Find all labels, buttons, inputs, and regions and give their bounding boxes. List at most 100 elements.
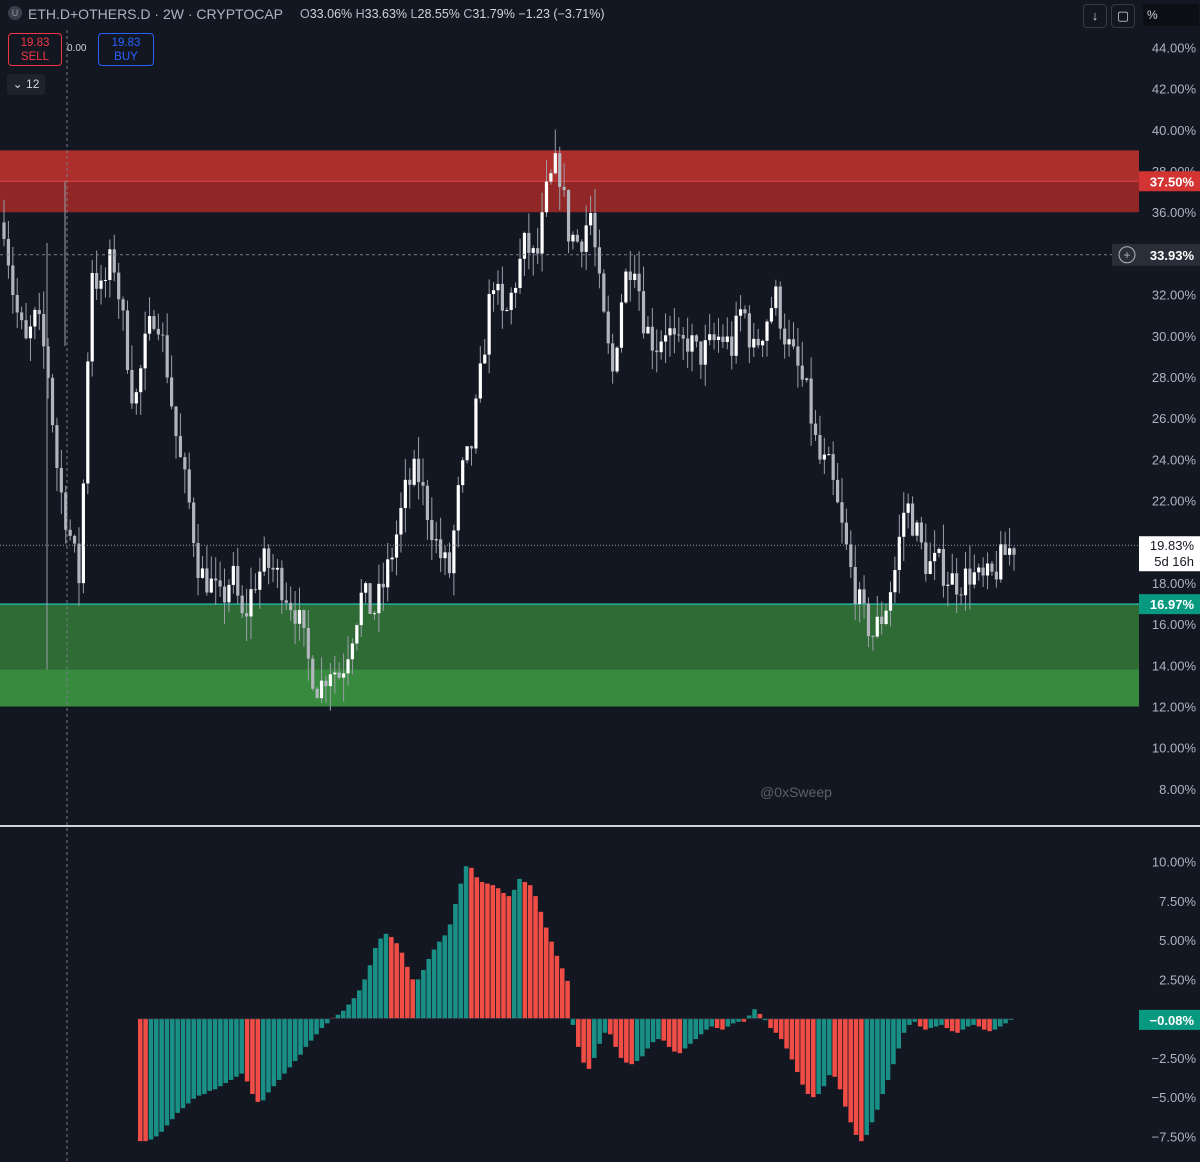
macd-bar — [864, 1018, 869, 1135]
macd-bar — [373, 947, 378, 1019]
candle-body — [840, 502, 844, 523]
high-value: 33.63% — [364, 7, 408, 21]
macd-bar — [346, 1004, 351, 1019]
candle-body — [143, 333, 147, 369]
candle-body — [249, 589, 253, 617]
macd-bar — [869, 1018, 875, 1123]
candle-body — [624, 271, 628, 303]
candle-body — [531, 248, 535, 253]
macd-bar — [234, 1018, 239, 1077]
macd-bar — [175, 1018, 180, 1113]
candle-body — [359, 592, 363, 626]
macd-bar — [602, 1018, 608, 1033]
candle-body — [152, 316, 156, 329]
candle-body — [633, 273, 637, 281]
macd-bar — [335, 1014, 341, 1019]
candle-body — [452, 530, 456, 574]
exchange-logo[interactable]: U — [8, 6, 22, 20]
candle-body — [813, 423, 818, 435]
candle-body — [699, 341, 703, 365]
candle-body — [222, 586, 227, 603]
candle-body — [205, 568, 209, 593]
candle-body — [822, 454, 826, 460]
macd-bar — [709, 1018, 715, 1027]
candle-body — [615, 347, 619, 372]
candle-body — [910, 503, 915, 536]
macd-bar — [399, 952, 405, 1019]
candle-body — [1012, 548, 1016, 555]
high-label: H — [355, 7, 365, 21]
macd-bar — [901, 1018, 907, 1033]
macd-bar — [944, 1018, 950, 1029]
candle-body — [200, 568, 205, 578]
candle-body — [183, 457, 187, 470]
candle-body — [324, 680, 328, 687]
chart-canvas[interactable]: @0xSweep 44.00%42.00%40.00%38.00%36.00%3… — [0, 0, 1200, 1162]
candle-body — [575, 234, 579, 242]
candle-body — [275, 567, 280, 570]
candle-body — [835, 479, 840, 503]
candle-body — [738, 309, 743, 316]
candle-body — [853, 567, 857, 605]
macd-bar — [442, 935, 448, 1019]
macd-bar — [661, 1018, 667, 1041]
candle-body — [408, 479, 412, 485]
candle-body — [267, 548, 271, 568]
macd-histogram-layer — [138, 866, 1014, 1142]
crosshair-price-label: 33.93% — [1150, 248, 1195, 263]
sell-button[interactable]: 19.83 SELL — [8, 33, 62, 66]
indicator-collapse-button[interactable]: ⌄ 12 — [7, 74, 45, 95]
candle-body — [703, 340, 707, 365]
unit-selector[interactable]: % — [1143, 4, 1199, 26]
candle-body — [262, 548, 266, 572]
macd-bar — [469, 867, 474, 1019]
macd-bar — [949, 1018, 955, 1032]
macd-bar — [896, 1018, 902, 1049]
macd-tick-label: 2.50% — [1159, 972, 1196, 987]
candle-body — [381, 583, 385, 588]
macd-bar — [180, 1018, 186, 1109]
candle-body — [2, 222, 6, 239]
macd-bar — [992, 1018, 998, 1030]
candle-body — [862, 589, 866, 604]
candle-body — [372, 613, 377, 615]
macd-tick-label: −7.50% — [1152, 1129, 1197, 1144]
macd-bar — [720, 1018, 725, 1030]
candle-body — [42, 314, 46, 347]
support-price-label: 16.97% — [1150, 597, 1195, 612]
candle-body — [994, 571, 998, 580]
candle-body — [231, 565, 235, 585]
macd-bar — [453, 903, 458, 1019]
candle-body — [297, 610, 302, 624]
macd-bar — [538, 911, 544, 1019]
snapshot-icon[interactable]: ▢ — [1111, 4, 1135, 28]
macd-bar — [474, 877, 480, 1019]
symbol-title[interactable]: ETH.D+OTHERS.D · 2W · CRYPTOCAP — [28, 6, 283, 22]
candle-body — [95, 272, 99, 289]
macd-bar — [255, 1018, 261, 1102]
macd-bar — [821, 1018, 827, 1087]
candle-body — [694, 335, 699, 342]
macd-bar — [367, 965, 373, 1019]
macd-bar — [517, 878, 522, 1019]
price-tick-label: 40.00% — [1152, 123, 1197, 138]
change-value: −1.23 (−3.71%) — [518, 7, 605, 21]
sell-price: 19.83 — [20, 37, 50, 49]
macd-bar — [527, 885, 533, 1019]
buy-button[interactable]: 19.83 BUY — [98, 33, 154, 66]
candle-body — [214, 578, 218, 581]
macd-bar — [458, 883, 464, 1019]
macd-bar — [559, 968, 565, 1019]
candle-body — [1007, 548, 1012, 555]
macd-bar — [656, 1018, 661, 1040]
candle-body — [174, 406, 178, 437]
candle-body — [55, 425, 59, 468]
candle-body — [86, 361, 90, 484]
candle-body — [866, 603, 871, 637]
candle-body — [425, 485, 430, 520]
candle-body — [933, 552, 937, 562]
macd-bar — [784, 1018, 789, 1049]
candle-body — [946, 584, 950, 586]
download-icon[interactable]: ↓ — [1083, 4, 1107, 28]
candle-body — [963, 568, 968, 596]
